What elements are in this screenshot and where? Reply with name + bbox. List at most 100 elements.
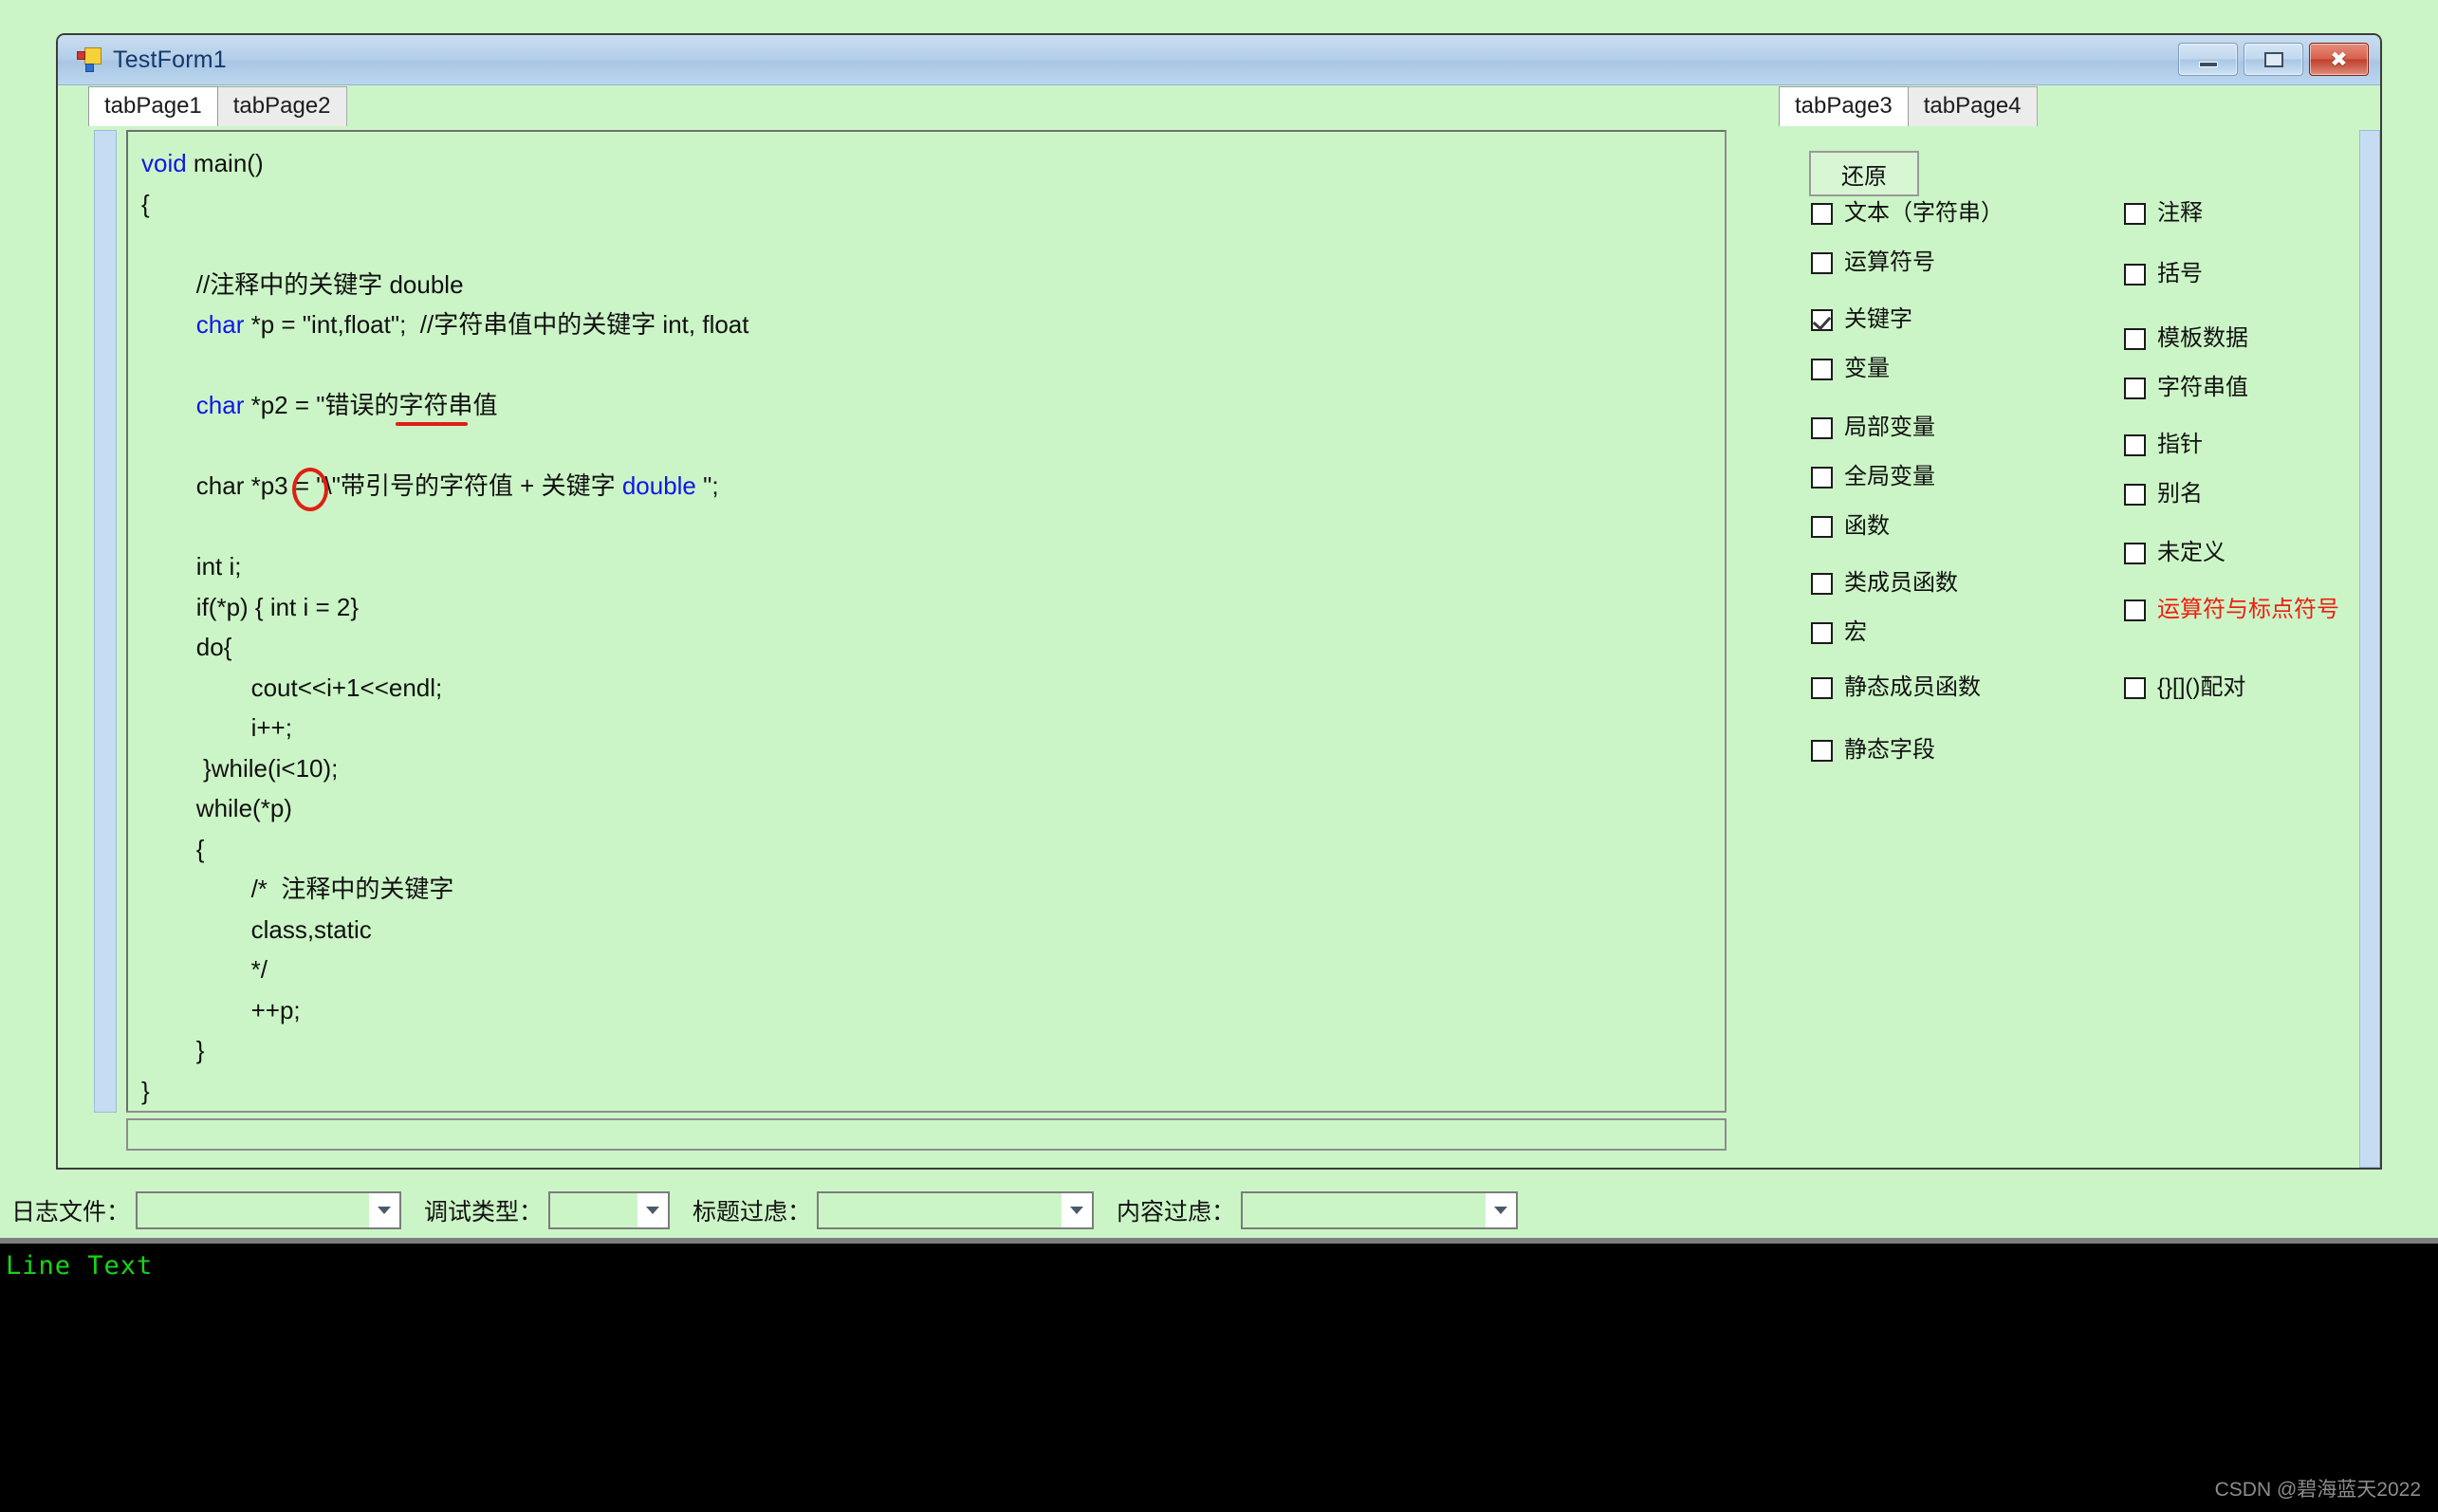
checkbox-unchecked-icon[interactable]	[1811, 416, 1833, 439]
filter-label-1: 调试类型：	[424, 1199, 544, 1226]
code-editor[interactable]: void main() { //注释中的关键字 double char *p = …	[126, 130, 1727, 1113]
tab-tabpage2[interactable]: tabPage2	[216, 85, 347, 126]
checkbox-unchecked-icon[interactable]	[1811, 358, 1833, 380]
filter-combo-3[interactable]	[1241, 1191, 1519, 1229]
checkbox-unchecked-icon[interactable]	[2124, 327, 2146, 350]
chevron-down-icon[interactable]	[369, 1193, 400, 1227]
checkbox-right-3[interactable]: 字符串值	[2124, 377, 2248, 399]
filter-combo-value-0[interactable]	[138, 1193, 370, 1227]
checkbox-unchecked-icon[interactable]	[1811, 739, 1833, 762]
code-token: }	[195, 1036, 205, 1064]
checkbox-unchecked-icon[interactable]	[2124, 433, 2146, 456]
checkbox-right-1[interactable]: 括号	[2124, 263, 2203, 286]
left-vertical-scrollbar[interactable]	[94, 130, 117, 1113]
checkbox-right-4[interactable]: 指针	[2124, 433, 2203, 456]
filter-combo-0[interactable]	[136, 1191, 402, 1229]
tab-tabpage1[interactable]: tabPage1	[88, 85, 218, 126]
code-token: if(*p) { int i = 2}	[195, 592, 360, 621]
code-token: }while(i<10);	[195, 753, 339, 783]
filter-combo-value-3[interactable]	[1243, 1193, 1487, 1227]
code-token: main()	[186, 149, 264, 177]
code-token: *p2 = "错误的字符串值	[244, 391, 498, 419]
close-button[interactable]: ✖	[2309, 43, 2369, 76]
checkbox-unchecked-icon[interactable]	[2124, 542, 2146, 564]
filter-label-0: 日志文件：	[11, 1199, 131, 1226]
code-line: ++p;	[141, 990, 1711, 1031]
checkbox-unchecked-icon[interactable]	[1811, 202, 1833, 225]
tab-tabpage4[interactable]: tabPage4	[1907, 85, 2038, 126]
checkbox-left-3[interactable]: 变量	[1811, 358, 1890, 380]
checkbox-unchecked-icon[interactable]	[2124, 676, 2146, 699]
minimize-button[interactable]	[2178, 43, 2238, 76]
maximize-button[interactable]	[2244, 43, 2303, 76]
checkbox-right-7[interactable]: 运算符与标点符号	[2124, 599, 2339, 621]
checkbox-left-1[interactable]: 运算符号	[1811, 251, 1935, 274]
chevron-down-icon[interactable]	[1486, 1193, 1517, 1227]
chevron-down-icon[interactable]	[637, 1193, 669, 1227]
minimize-icon	[2198, 61, 2218, 67]
checkbox-unchecked-icon[interactable]	[1811, 572, 1833, 595]
code-line: {	[141, 829, 1711, 870]
checkbox-unchecked-icon[interactable]	[1811, 251, 1833, 274]
checkbox-unchecked-icon[interactable]	[2124, 483, 2146, 506]
checkbox-label: 模板数据	[2157, 325, 2248, 351]
form-icon	[77, 47, 102, 72]
code-horizontal-scrollbar[interactable]	[126, 1118, 1727, 1151]
checkbox-right-8[interactable]: {}[]()配对	[2124, 676, 2245, 699]
code-line: do{	[141, 627, 1711, 668]
checkbox-left-8[interactable]: 宏	[1811, 621, 1867, 644]
filter-combo-value-1[interactable]	[550, 1193, 638, 1227]
log-console[interactable]: Line Text	[0, 1238, 2438, 1512]
app-window: TestForm1 ✖ tabPage1 tabPage2 void main(…	[56, 33, 2382, 1170]
checkbox-unchecked-icon[interactable]	[1811, 466, 1833, 489]
filter-combo-value-2[interactable]	[819, 1193, 1062, 1227]
checkbox-right-6[interactable]: 未定义	[2124, 542, 2226, 564]
checkbox-left-10[interactable]: 静态字段	[1811, 739, 1935, 762]
watermark: CSDN @碧海蓝天2022	[2214, 1479, 2421, 1501]
checkbox-unchecked-icon[interactable]	[2124, 202, 2146, 225]
chevron-down-icon[interactable]	[1062, 1193, 1093, 1227]
code-token: }	[141, 1076, 150, 1105]
checkbox-left-0[interactable]: 文本（字符串）	[1811, 202, 2004, 225]
checkbox-left-4[interactable]: 局部变量	[1811, 416, 1935, 439]
checkbox-unchecked-icon[interactable]	[2124, 377, 2146, 399]
checkbox-right-2[interactable]: 模板数据	[2124, 327, 2248, 350]
checkbox-left-7[interactable]: 类成员函数	[1811, 572, 1958, 595]
checkbox-unchecked-icon[interactable]	[1811, 515, 1833, 538]
checkbox-unchecked-icon[interactable]	[2124, 263, 2146, 286]
code-token: do{	[195, 633, 232, 661]
checkbox-right-0[interactable]: 注释	[2124, 202, 2203, 225]
checkbox-right-5[interactable]: 别名	[2124, 483, 2203, 506]
checkbox-label: 注释	[2157, 200, 2203, 226]
tab-tabpage3[interactable]: tabPage3	[1779, 85, 1909, 126]
right-vertical-scrollbar[interactable]	[2359, 130, 2380, 1168]
checkbox-unchecked-icon[interactable]	[1811, 676, 1833, 699]
checkbox-label: 静态成员函数	[1844, 674, 1981, 700]
checkbox-checked-icon[interactable]	[1811, 308, 1833, 331]
checkbox-left-5[interactable]: 全局变量	[1811, 466, 1935, 489]
code-token: while(*p)	[195, 794, 292, 822]
checkbox-unchecked-icon[interactable]	[1811, 621, 1833, 644]
filter-combo-2[interactable]	[817, 1191, 1095, 1229]
code-line: char *p3 = "\"带引号的字符值 + 关键字 double ";	[141, 466, 1711, 507]
checkbox-left-6[interactable]: 函数	[1811, 515, 1890, 538]
code-line: char *p2 = "错误的字符串值	[141, 385, 1711, 426]
checkbox-left-9[interactable]: 静态成员函数	[1811, 676, 1981, 699]
filter-combo-1[interactable]	[548, 1191, 671, 1229]
checkbox-unchecked-icon[interactable]	[2124, 599, 2146, 621]
restore-button[interactable]: 还原	[1809, 151, 1919, 196]
checkbox-left-2[interactable]: 关键字	[1811, 308, 1912, 331]
